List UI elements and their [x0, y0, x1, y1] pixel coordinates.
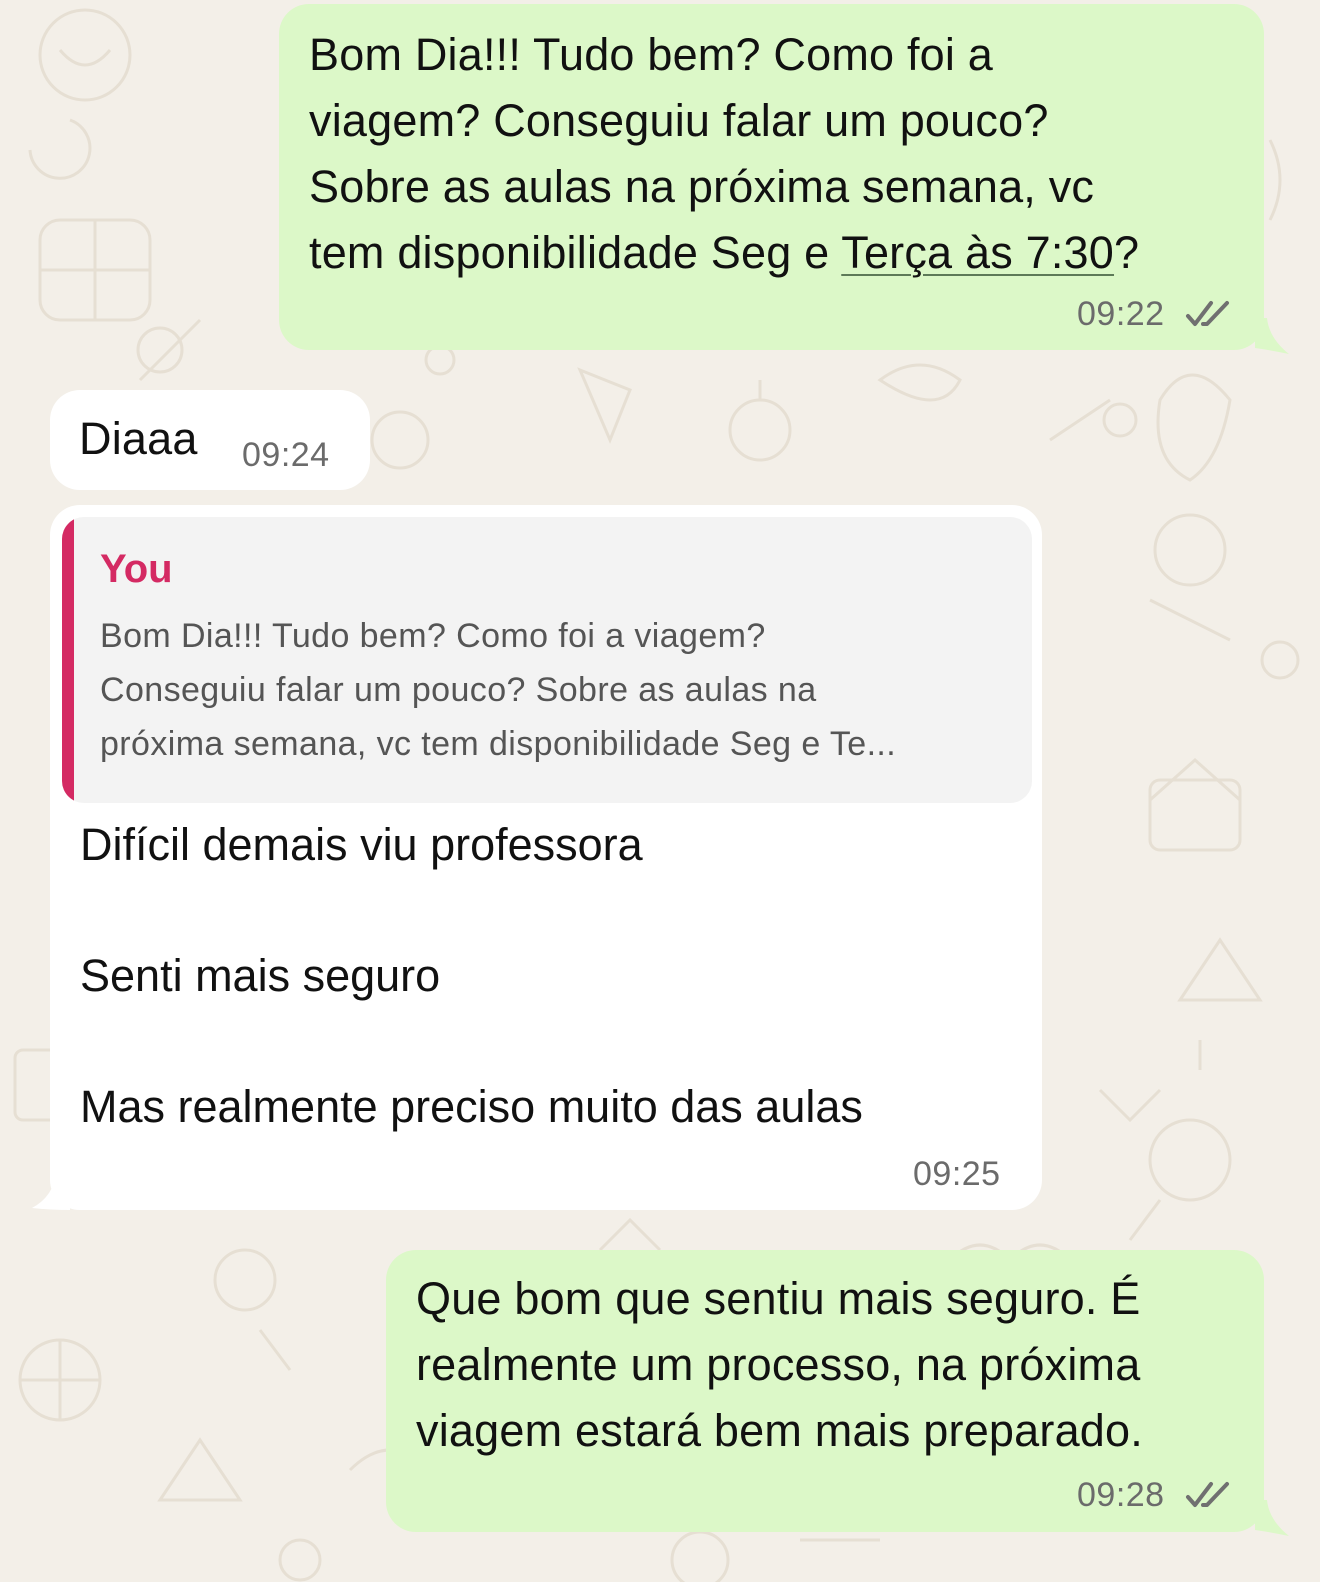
double-check-icon	[1186, 301, 1229, 326]
outgoing-message[interactable]: Que bom que sentiu mais seguro. É realme…	[386, 1250, 1264, 1532]
message-text-fragment: ?	[1114, 227, 1140, 278]
message-line: viagem? Conseguiu falar um pouco?	[309, 95, 1049, 146]
message-line: viagem estará bem mais preparado.	[416, 1405, 1143, 1456]
message-line: Sobre as aulas na próxima semana, vc	[309, 161, 1095, 212]
date-time-link[interactable]: Terça às 7:30	[841, 227, 1114, 278]
message-paragraph: Senti mais seguro	[80, 950, 441, 1001]
message-timestamp: 09:24	[242, 436, 330, 474]
quoted-message[interactable]: You Bom Dia!!! Tudo bem? Como foi a viag…	[62, 517, 1032, 803]
quote-accent-bar	[62, 517, 74, 803]
message-line: realmente um processo, na próxima	[416, 1339, 1141, 1390]
message-text-fragment: tem disponibilidade Seg e	[309, 227, 842, 278]
message-paragraph: Mas realmente preciso muito das aulas	[80, 1081, 863, 1132]
message-timestamp: 09:22	[1077, 295, 1165, 333]
incoming-reply-message[interactable]: You Bom Dia!!! Tudo bem? Como foi a viag…	[50, 505, 1042, 1210]
message-timestamp: 09:28	[1077, 1476, 1165, 1514]
message-line: tem disponibilidade Seg e Terça às 7:30?	[309, 220, 1249, 286]
quote-author: You	[100, 547, 173, 591]
message-timestamp: 09:25	[913, 1155, 1001, 1193]
quote-line: Conseguiu falar um pouco? Sobre as aulas…	[100, 671, 817, 709]
quote-text: Bom Dia!!! Tudo bem? Como foi a viagem? …	[100, 609, 1010, 771]
message-text: Diaaa	[79, 413, 198, 464]
message-text: Bom Dia!!! Tudo bem? Como foi a viagem? …	[309, 22, 1249, 286]
incoming-message[interactable]: Diaaa 09:24	[50, 390, 370, 490]
message-paragraph: Difícil demais viu professora	[80, 819, 643, 870]
message-text: Que bom que sentiu mais seguro. É realme…	[416, 1266, 1256, 1464]
quote-line: Bom Dia!!! Tudo bem? Como foi a viagem?	[100, 617, 766, 655]
message-line: Bom Dia!!! Tudo bem? Como foi a	[309, 29, 994, 80]
double-check-icon	[1186, 1482, 1229, 1507]
quote-line: próxima semana, vc tem disponibilidade S…	[100, 725, 897, 763]
outgoing-message[interactable]: Bom Dia!!! Tudo bem? Como foi a viagem? …	[279, 4, 1264, 350]
message-line: Que bom que sentiu mais seguro. É	[416, 1273, 1141, 1324]
